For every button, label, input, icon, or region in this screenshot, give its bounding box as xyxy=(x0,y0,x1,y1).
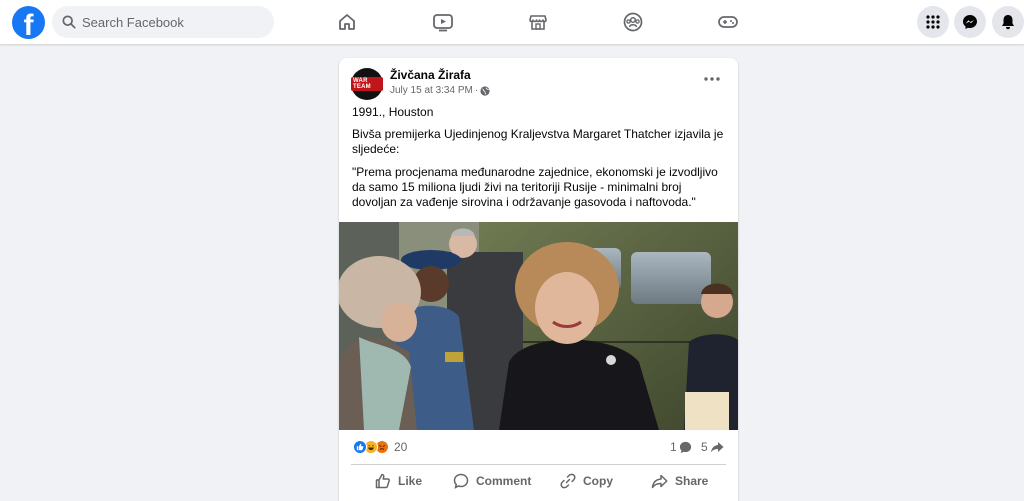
comment-bubble-icon xyxy=(679,441,691,453)
post-meta: July 15 at 3:34 PM · xyxy=(390,85,490,96)
link-icon xyxy=(560,473,576,489)
comment-icon xyxy=(453,473,469,489)
post-timestamp[interactable]: July 15 at 3:34 PM xyxy=(390,85,473,96)
comment-count[interactable]: 1 xyxy=(670,440,692,454)
avatar-label: WAR TEAM xyxy=(351,77,383,91)
gaming-icon[interactable] xyxy=(717,11,739,33)
share-count[interactable]: 5 xyxy=(701,440,724,454)
search-icon xyxy=(62,15,76,29)
post-text-location: 1991., Houston xyxy=(352,105,434,119)
like-button[interactable]: Like xyxy=(375,468,422,494)
messenger-icon[interactable] xyxy=(954,6,986,38)
share-count-value: 5 xyxy=(701,440,708,454)
comment-button[interactable]: Comment xyxy=(453,468,531,494)
search-bar[interactable] xyxy=(52,6,274,38)
facebook-logo[interactable]: f xyxy=(12,6,45,39)
search-input[interactable] xyxy=(82,14,262,30)
actions-divider xyxy=(351,464,726,465)
copy-label: Copy xyxy=(583,474,613,488)
marketplace-icon[interactable] xyxy=(527,11,549,33)
menu-grid-icon[interactable] xyxy=(917,6,949,38)
like-icon xyxy=(375,473,390,489)
watch-icon[interactable] xyxy=(432,11,454,33)
reactions-summary[interactable]: 20 xyxy=(353,440,407,454)
groups-icon[interactable] xyxy=(622,11,644,33)
comment-label: Comment xyxy=(476,474,532,488)
more-options-icon[interactable] xyxy=(700,72,724,86)
post-photo[interactable] xyxy=(339,222,738,430)
meta-separator: · xyxy=(474,85,479,96)
post-text-quote: "Prema procjenama međunarodne zajednice,… xyxy=(352,165,718,209)
post-text-intro: Bivša premijerka Ujedinjenog Kraljevstva… xyxy=(352,127,724,156)
home-icon[interactable] xyxy=(336,11,358,33)
like-reaction-icon xyxy=(353,440,367,454)
globe-icon xyxy=(480,85,490,96)
notifications-icon[interactable] xyxy=(992,6,1024,38)
post-card: WAR TEAM Živčana Žirafa July 15 at 3:34 … xyxy=(339,58,738,501)
share-arrow-icon xyxy=(710,442,724,453)
like-label: Like xyxy=(398,474,423,488)
copy-button[interactable]: Copy xyxy=(560,468,613,494)
post-author[interactable]: Živčana Žirafa xyxy=(390,68,471,82)
top-navigation-bar: f xyxy=(0,0,1024,44)
share-button[interactable]: Share xyxy=(651,468,708,494)
share-label: Share xyxy=(675,474,709,488)
avatar[interactable]: WAR TEAM xyxy=(351,68,383,100)
comment-count-value: 1 xyxy=(670,440,677,454)
share-icon xyxy=(651,474,668,488)
reaction-count: 20 xyxy=(394,440,408,454)
